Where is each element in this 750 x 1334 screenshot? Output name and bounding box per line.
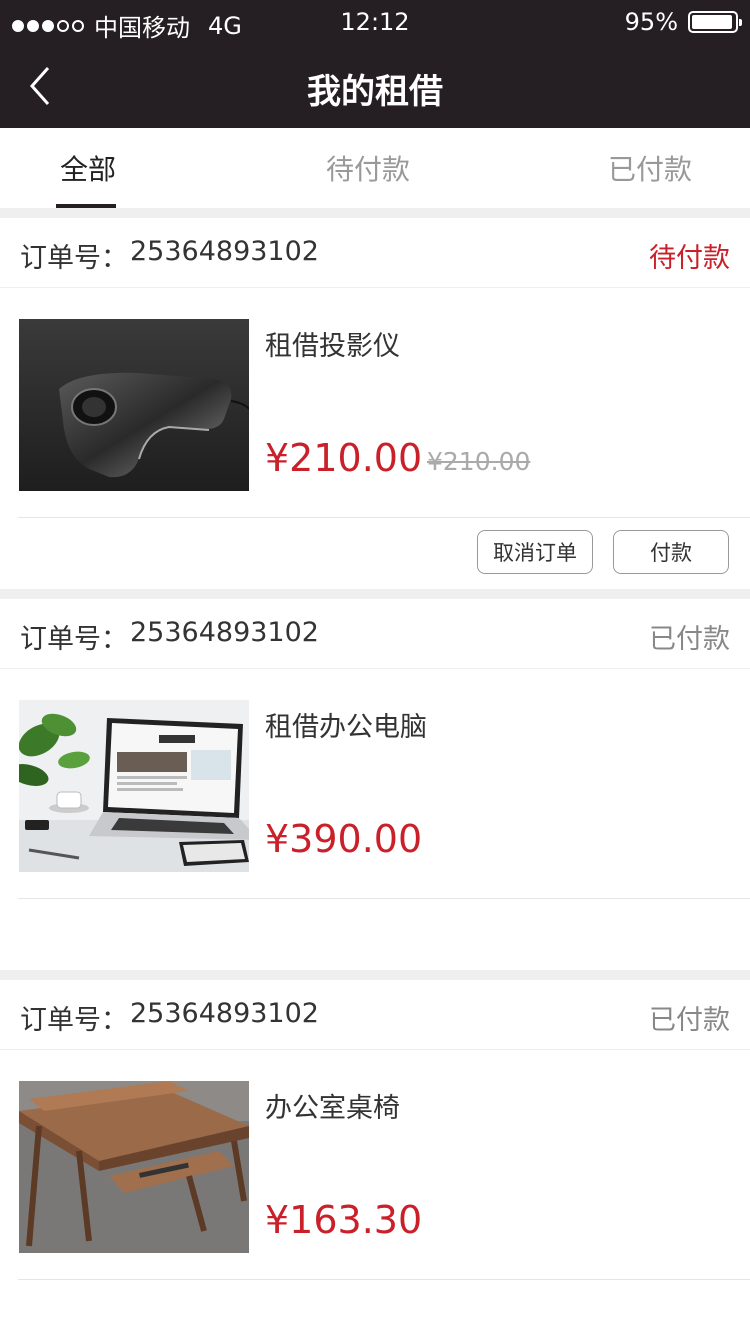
product-image-projector[interactable] [19,319,249,491]
order-card[interactable]: 订单号： 25364893102 待付款 租借投影仪 ¥210.00 ¥210.… [0,218,750,588]
divider [18,898,750,899]
product-name: 租借办公电脑 [265,712,427,743]
cancel-order-button[interactable]: 取消订单 [477,530,593,574]
original-price: ¥210.00 [427,447,531,476]
battery-percent: 95% [624,8,678,36]
product-image-desk[interactable] [19,1081,249,1253]
order-number: 25364893102 [130,617,319,648]
product-price: ¥390.00 [265,817,423,861]
product-price: ¥163.30 [265,1198,423,1242]
order-number: 25364893102 [130,236,319,267]
section-divider [0,208,750,218]
page-title: 我的租借 [307,72,443,112]
divider [18,1279,750,1280]
battery-icon [688,11,742,33]
tab-bar: 全部 待付款 已付款 [0,128,750,208]
order-card[interactable]: 订单号： 25364893102 已付款 租借办公电脑 ¥390.00 [0,599,750,969]
order-header: 订单号： 25364893102 已付款 [0,980,750,1050]
product-name: 租借投影仪 [265,331,400,362]
order-number: 25364893102 [130,998,319,1029]
section-divider [0,589,750,599]
section-divider [0,970,750,980]
order-status: 已付款 [649,624,730,655]
divider [18,517,750,518]
status-bar-right: 95% [624,8,742,36]
product-price: ¥210.00 [265,436,423,480]
order-number-label: 订单号： [20,243,128,274]
order-number-label: 订单号： [20,1005,128,1036]
nav-bar: 我的租借 [0,44,750,128]
order-status: 已付款 [649,1005,730,1036]
status-bar: 中国移动 4G 12:12 95% [0,0,750,44]
product-image-laptop[interactable] [19,700,249,872]
product-name: 办公室桌椅 [265,1093,400,1124]
order-number-label: 订单号： [20,624,128,655]
tab-all[interactable]: 全部 [40,128,136,208]
order-header: 订单号： 25364893102 待付款 [0,218,750,288]
tab-paid[interactable]: 已付款 [582,128,718,208]
order-status: 待付款 [649,243,730,274]
tab-pending-payment[interactable]: 待付款 [300,128,436,208]
pay-button[interactable]: 付款 [613,530,729,574]
order-card[interactable]: 订单号： 25364893102 已付款 办公室桌椅 ¥163.30 [0,980,750,1334]
order-header: 订单号： 25364893102 已付款 [0,599,750,669]
